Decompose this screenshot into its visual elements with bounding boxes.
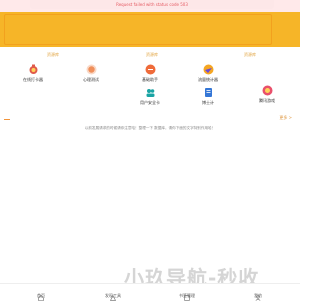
home-icon [38, 286, 44, 301]
nav-label: 我的 [254, 293, 262, 298]
orange-circle-icon [145, 64, 156, 75]
section-accent [4, 119, 10, 120]
tool-item-2[interactable]: 基础助手 [128, 64, 172, 83]
medal-icon [28, 64, 39, 75]
more-link[interactable]: 更多 > [279, 115, 292, 121]
notice-text: 以前发展请求的时候请你注意哈！整理一下 数据库，请你下面的文字特别作用哈！ [84, 126, 216, 130]
bottom-navigation: 首页 发现工具 书签管理 我的 [0, 283, 300, 301]
tool-item-5[interactable]: 用户安全卡 [128, 87, 172, 106]
rocket-icon [203, 64, 214, 75]
heart-circle-icon [86, 64, 97, 75]
section-tag-left: 资源库 [47, 52, 59, 57]
nav-label: 书签管理 [179, 293, 195, 298]
error-banner: Request failed with status code 503 [30, 0, 274, 9]
nav-item-home[interactable]: 首页 [21, 286, 61, 301]
tool-label: 用户安全卡 [140, 100, 160, 105]
tool-label: 基础助手 [142, 77, 158, 82]
nav-label: 首页 [37, 293, 45, 298]
nav-label: 发现工具 [105, 293, 121, 298]
nav-item-me[interactable]: 我的 [238, 286, 278, 301]
document-icon [203, 87, 214, 98]
tool-item-0[interactable]: 在线打卡器 [11, 64, 55, 83]
tool-item-6[interactable]: 博士计 [186, 87, 230, 106]
triangle-icon [110, 286, 116, 301]
tool-item-3[interactable]: 流量统计器 [186, 64, 230, 83]
hero-card [4, 14, 272, 45]
tool-label: 在线打卡器 [23, 77, 43, 82]
square-icon [184, 286, 190, 301]
gamepad-icon [262, 85, 273, 96]
tool-label: 腾讯游戏 [259, 98, 275, 103]
section-tag-center: 资源库 [146, 52, 158, 57]
tool-label: 博士计 [202, 100, 214, 105]
tool-item-1[interactable]: 心理测试 [69, 64, 113, 83]
tool-label: 流量统计器 [198, 77, 218, 82]
nav-item-bookmarks[interactable]: 书签管理 [167, 286, 207, 301]
section-tag-right: 资源库 [244, 52, 256, 57]
users-icon [145, 87, 156, 98]
tool-label: 心理测试 [83, 77, 99, 82]
tool-item-4[interactable]: 腾讯游戏 [245, 85, 289, 104]
user-icon [255, 286, 261, 301]
nav-item-discover[interactable]: 发现工具 [93, 286, 133, 301]
